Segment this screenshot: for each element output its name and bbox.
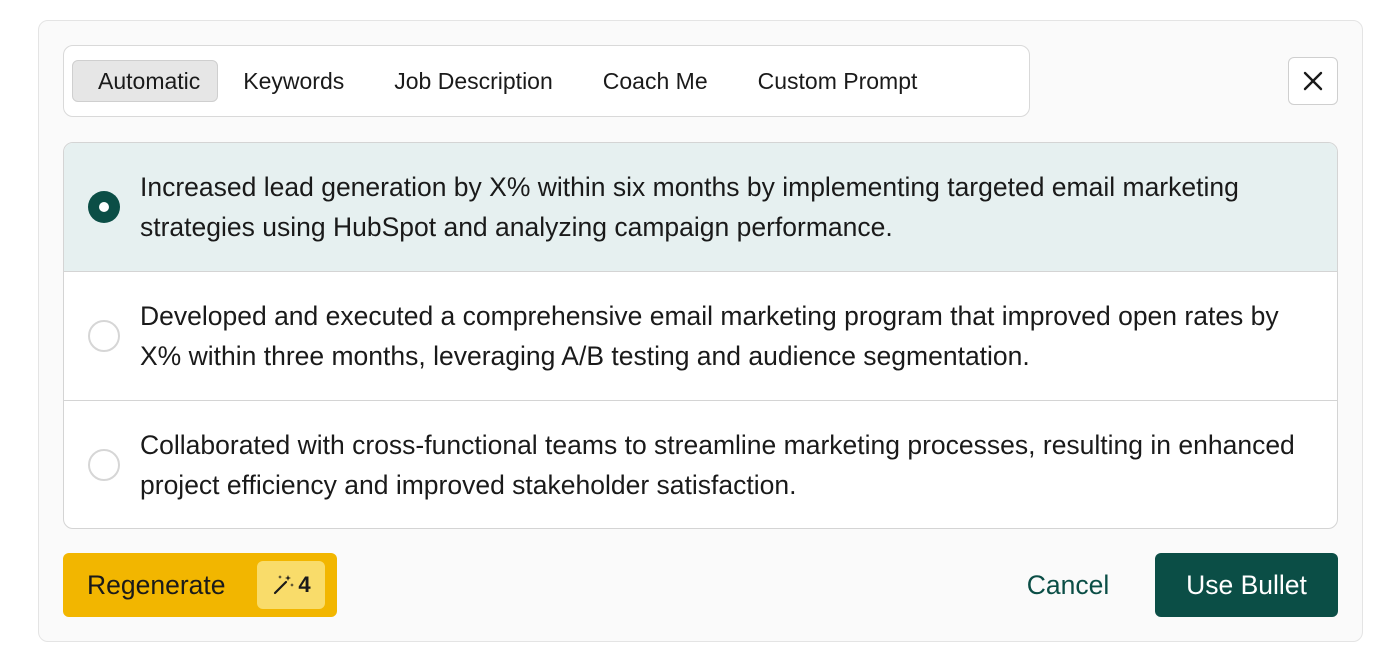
close-button[interactable]: [1288, 57, 1338, 105]
tab-keywords[interactable]: Keywords: [218, 60, 369, 102]
regenerate-button[interactable]: Regenerate 4: [63, 553, 337, 617]
bullet-option[interactable]: Developed and executed a comprehensive e…: [64, 272, 1337, 401]
bullet-option[interactable]: Collaborated with cross-functional teams…: [64, 401, 1337, 528]
mode-tabs: Automatic Keywords Job Description Coach…: [63, 45, 1030, 117]
radio-button[interactable]: [88, 191, 120, 223]
use-bullet-button[interactable]: Use Bullet: [1155, 553, 1338, 617]
radio-button[interactable]: [88, 449, 120, 481]
credits-count: 4: [298, 572, 311, 597]
cancel-button[interactable]: Cancel: [1003, 553, 1133, 617]
bullet-suggestions-panel: Automatic Keywords Job Description Coach…: [38, 20, 1363, 642]
close-icon: [1303, 71, 1323, 91]
tab-automatic[interactable]: Automatic: [72, 60, 219, 102]
tab-job-description[interactable]: Job Description: [369, 60, 578, 102]
tab-custom-prompt[interactable]: Custom Prompt: [733, 60, 943, 102]
bullet-option-text: Increased lead generation by X% within s…: [140, 172, 1239, 242]
magic-wand-icon: [274, 575, 295, 595]
bullet-option-text: Collaborated with cross-functional teams…: [140, 430, 1295, 500]
bullet-options-list: Increased lead generation by X% within s…: [63, 142, 1338, 529]
bullet-option-text: Developed and executed a comprehensive e…: [140, 301, 1279, 371]
credits-badge: 4: [257, 561, 325, 609]
radio-button[interactable]: [88, 320, 120, 352]
tab-coach-me[interactable]: Coach Me: [578, 60, 733, 102]
regenerate-label: Regenerate: [87, 569, 226, 600]
bullet-option[interactable]: Increased lead generation by X% within s…: [64, 143, 1337, 272]
